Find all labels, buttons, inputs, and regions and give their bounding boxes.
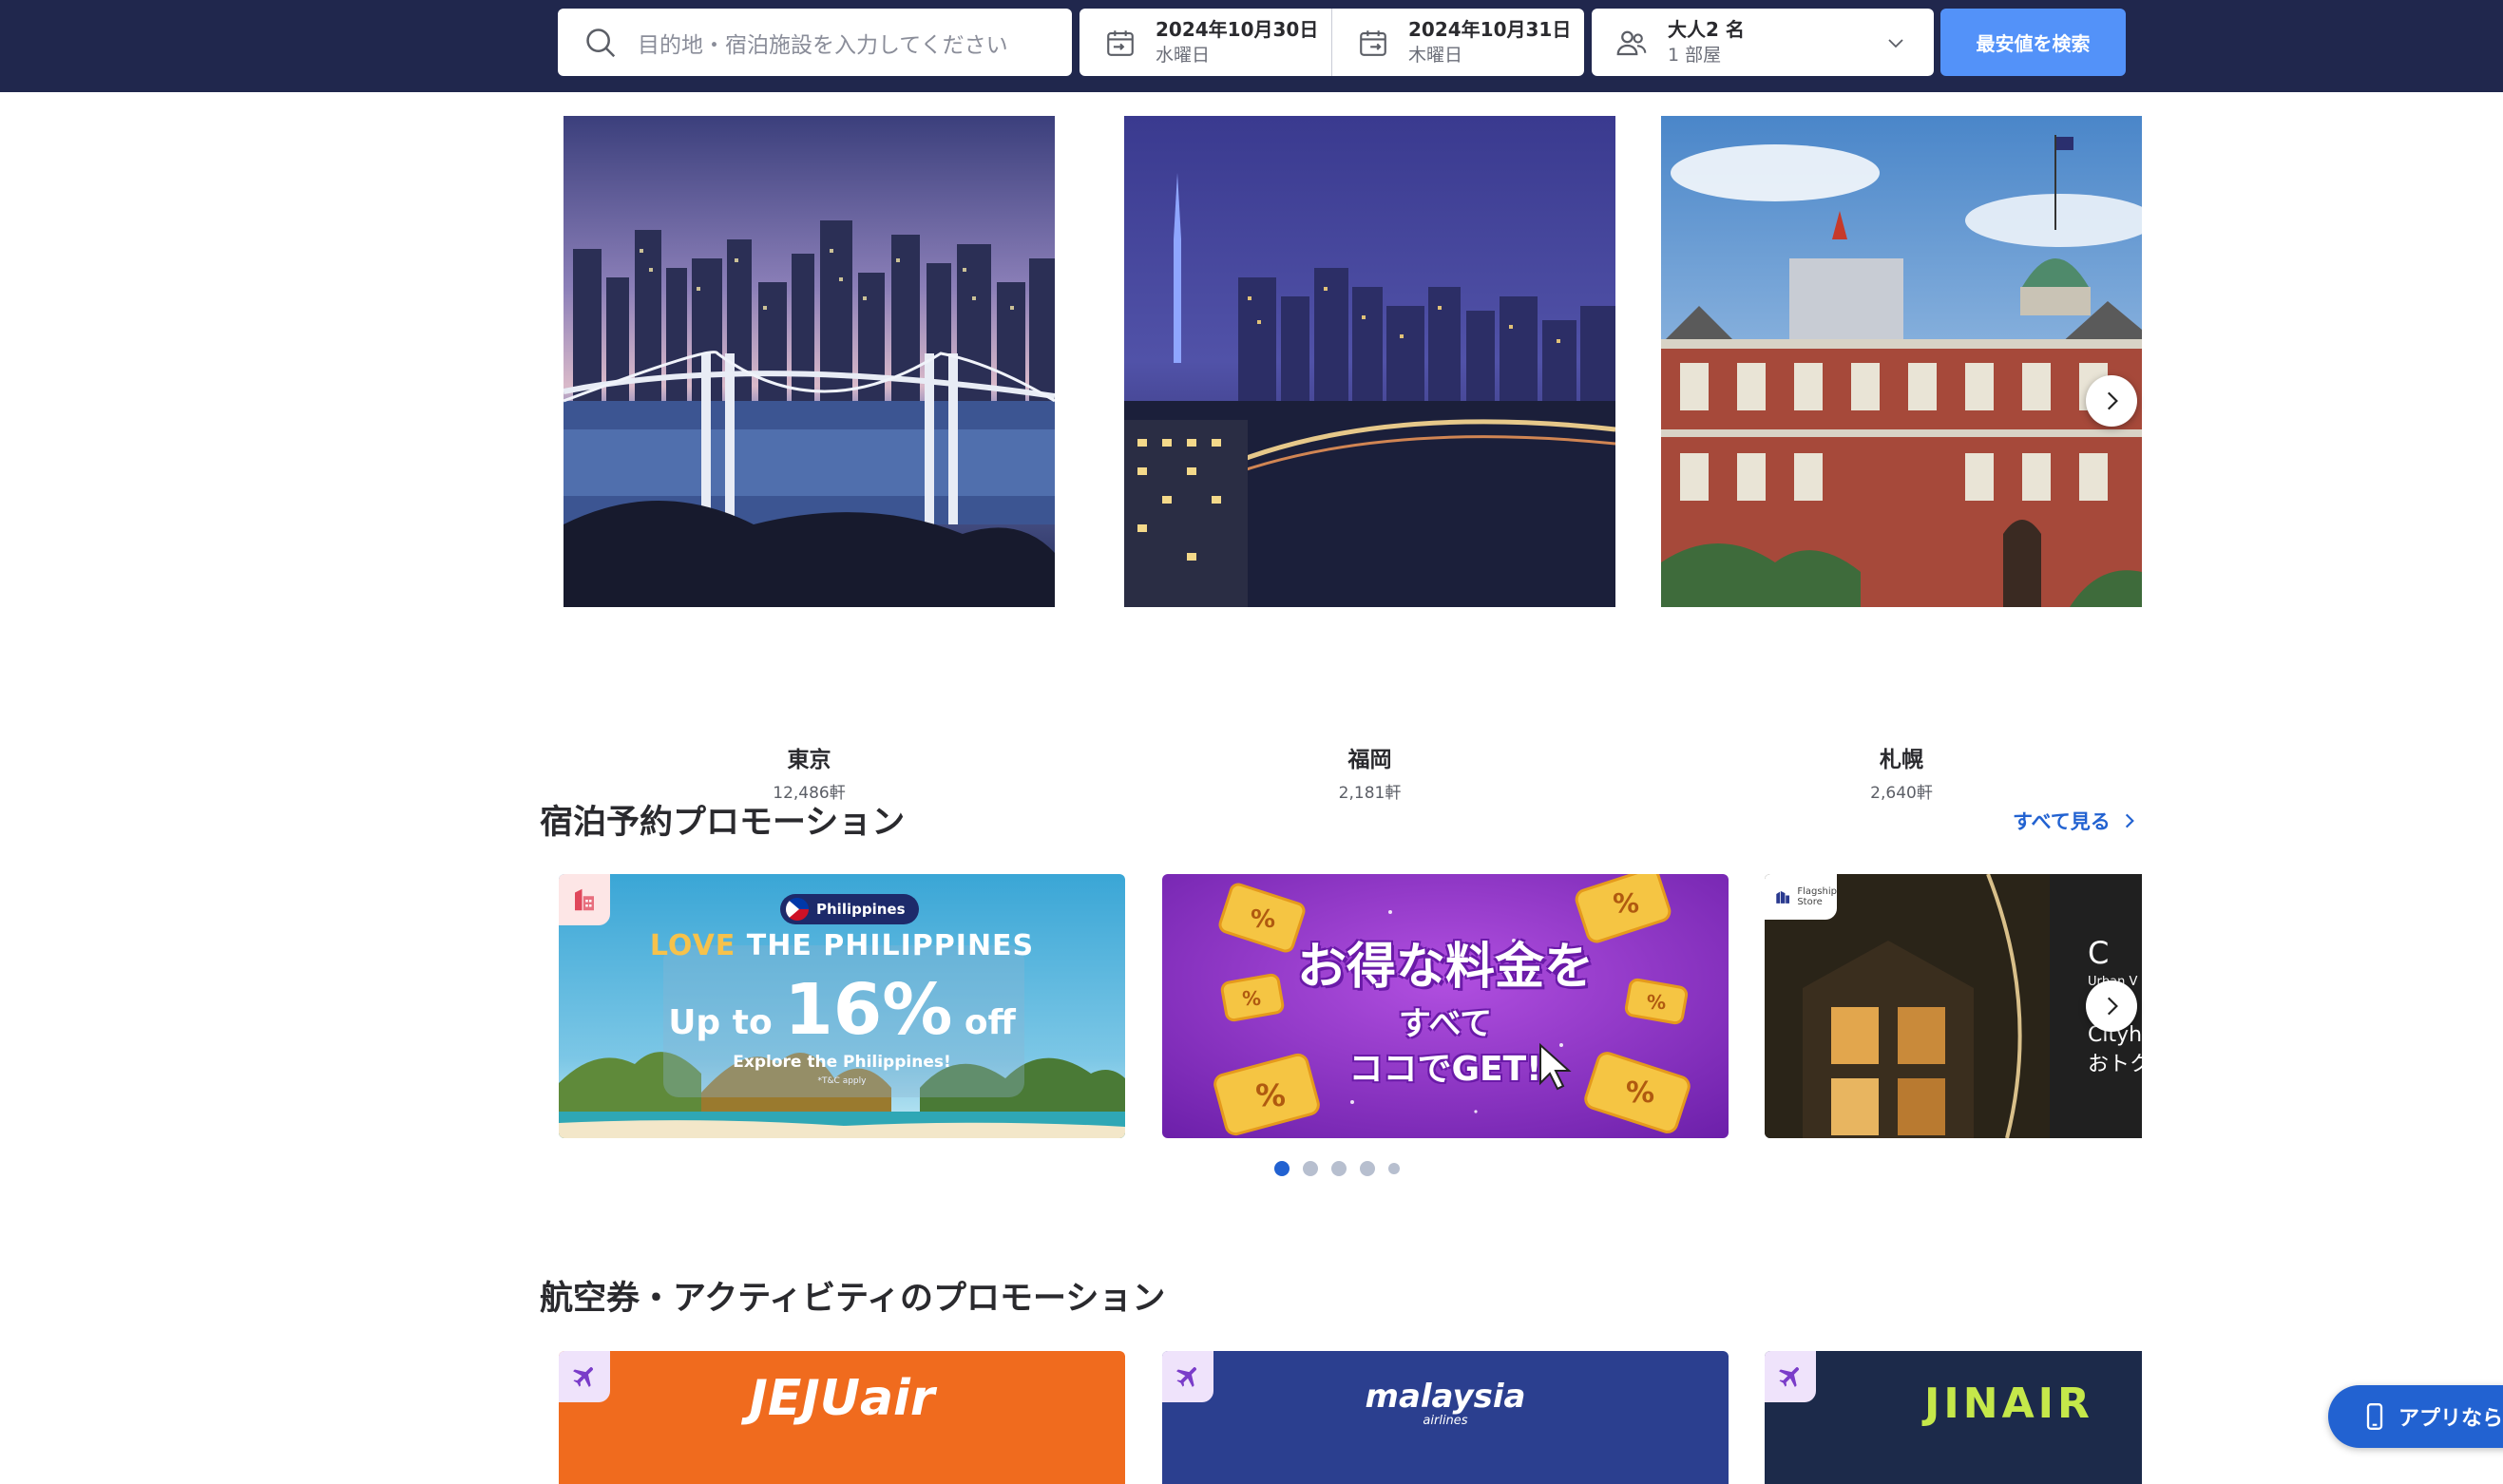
malaysia-logo: malaysia (1365, 1378, 1526, 1416)
destination-name: 福岡 (1347, 748, 1392, 772)
see-all-link[interactable]: すべて見る (2013, 807, 2139, 835)
destination-card-sapporo[interactable]: 札幌 2,640軒 (1661, 116, 2142, 803)
promo-card-philippines[interactable]: Philippines LOVE THE PHILIPPINES Up to 1… (559, 874, 1125, 1138)
sapporo-photo (1661, 116, 2142, 607)
hotel-icon (575, 888, 594, 911)
hotel-tag (559, 874, 610, 925)
destination-card-fukuoka[interactable]: 福岡 2,181軒 (1124, 116, 1615, 803)
air-card-malaysia[interactable]: malaysia airlines (1162, 1351, 1729, 1484)
checkout-date: 2024年10月31日 (1408, 17, 1572, 41)
carousel-dot[interactable] (1331, 1161, 1347, 1176)
air-card-jinair[interactable]: JINAIR (1765, 1351, 2142, 1484)
checkout-date-field[interactable]: 2024年10月31日 木曜日 (1331, 9, 1583, 76)
destination-placeholder: 目的地・宿泊施設を入力してください (638, 32, 1008, 58)
destination-count: 2,181軒 (1338, 784, 1402, 803)
philippines-flag-icon (786, 898, 809, 921)
date-picker[interactable]: 2024年10月30日 水曜日 2024年10月31日 木曜日 (1080, 9, 1584, 76)
checkin-day: 水曜日 (1156, 44, 1211, 66)
pill-label: Philippines (816, 901, 906, 918)
phone-icon (2366, 1403, 2383, 1430)
deals-line3: ココでGET! (1348, 1050, 1542, 1089)
flagship-brand: C (2088, 935, 2110, 971)
destination-search-input[interactable]: 目的地・宿泊施設を入力してください (558, 9, 1072, 76)
calendar-checkin-icon (1107, 29, 1134, 56)
checkout-day: 木曜日 (1408, 44, 1463, 66)
hotel-promos-title: 宿泊予約プロモーション (540, 804, 906, 842)
svg-text:%: % (1613, 887, 1639, 919)
philippines-pill: Philippines (780, 894, 919, 924)
discount-percent: 16% (784, 969, 953, 1051)
flagship-store-tag: Flagship Store (1765, 874, 1837, 920)
off-label: off (952, 1003, 1016, 1042)
carousel-dot[interactable] (1303, 1161, 1318, 1176)
chevron-right-icon (2107, 391, 2118, 410)
checkin-date-field[interactable]: 2024年10月30日 水曜日 (1080, 9, 1331, 76)
calendar-checkout-icon (1360, 29, 1386, 56)
rooms-count: 1 部屋 (1668, 44, 1722, 66)
destination-card-tokyo[interactable]: 東京 12,486軒 (564, 116, 1055, 803)
jinair-logo: JINAIR (1924, 1379, 2093, 1428)
love-word: LOVE (649, 929, 736, 962)
destinations-next-button[interactable] (2086, 375, 2137, 427)
checkin-date: 2024年10月30日 (1156, 17, 1319, 41)
chevron-down-icon (1888, 39, 1903, 48)
air-card-jejuair[interactable]: JEJUair (559, 1351, 1125, 1484)
discount-line: Up to 16% off (559, 969, 1125, 1051)
chevron-right-icon (2125, 813, 2134, 828)
carousel-dots (1274, 1161, 1400, 1176)
headline-rest: THE PHILIPPINES (736, 929, 1035, 962)
tc-note: *T&C apply (817, 1076, 867, 1086)
see-all-label: すべて見る (2013, 810, 2111, 833)
app-pill-label: アプリなら (2398, 1407, 2503, 1431)
search-icon (586, 28, 616, 57)
jejuair-logo: JEJUair (749, 1370, 935, 1427)
guests-selector[interactable]: 大人2 名 1 部屋 (1592, 9, 1934, 76)
airplane-icon (1779, 1367, 1799, 1388)
chevron-right-icon (2107, 997, 2118, 1016)
philippines-subtitle: Explore the Philippines! (733, 1053, 951, 1072)
app-download-button[interactable]: アプリなら (2328, 1385, 2503, 1448)
destination-name: 札幌 (1880, 748, 1923, 772)
destination-count: 2,640軒 (1870, 784, 1933, 803)
flagship-tag-line2: Store (1797, 897, 1823, 907)
header-bar: 目的地・宿泊施設を入力してください 2024年10月30日 水曜日 2024年1… (0, 0, 2503, 92)
flagship-tag-line1: Flagship (1797, 886, 1837, 897)
carousel-dot[interactable] (1388, 1163, 1400, 1174)
guests-count: 大人2 名 (1668, 17, 1745, 41)
fukuoka-photo (1124, 116, 1615, 607)
flight-tag (1765, 1351, 1816, 1402)
search-button[interactable]: 最安値を検索 (1940, 9, 2126, 76)
tokyo-photo (564, 116, 1055, 607)
philippines-headline: LOVE THE PHILIPPINES (559, 929, 1125, 962)
deals-headline: お得な料金を (1296, 939, 1594, 996)
up-to-label: Up to (668, 1003, 785, 1042)
destination-name: 東京 (787, 748, 831, 772)
promo-card-deals[interactable]: % % % % % % お得な料金を すべて ココでGET! (1162, 874, 1729, 1138)
deals-line2: すべて (1398, 1005, 1493, 1043)
flagship-building-icon (1776, 890, 1790, 904)
people-icon (1616, 30, 1647, 55)
air-promos-title: 航空券・アクティビティのプロモーション (540, 1280, 1166, 1318)
malaysia-logo-sub: airlines (1423, 1414, 1468, 1428)
carousel-dot[interactable] (1274, 1161, 1290, 1176)
promos-next-button[interactable] (2086, 980, 2137, 1032)
carousel-dot[interactable] (1360, 1161, 1375, 1176)
flagship-line2: おトク (2088, 1053, 2142, 1076)
